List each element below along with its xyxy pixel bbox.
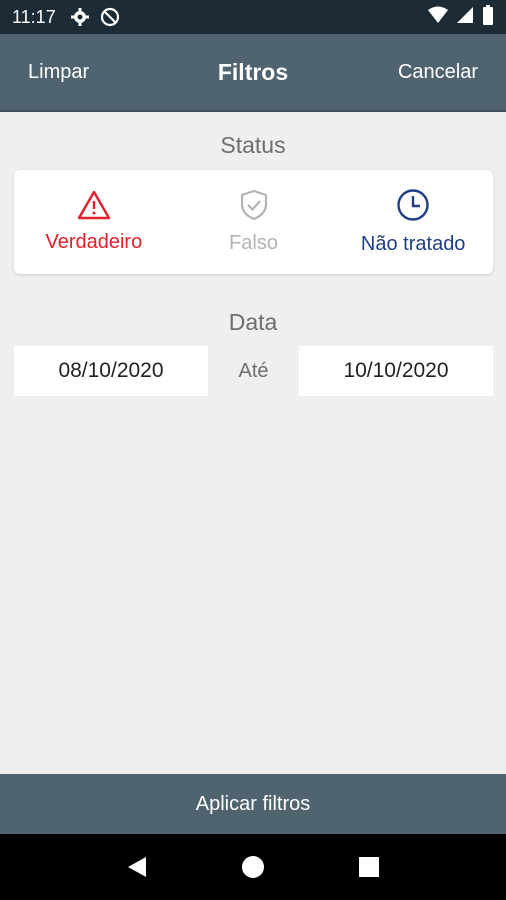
date-from-field[interactable]: 08/10/2020 bbox=[14, 346, 208, 396]
status-option-falso[interactable]: Falso bbox=[174, 170, 334, 274]
date-separator-label: Até bbox=[238, 359, 269, 382]
clock-icon bbox=[396, 188, 430, 227]
status-option-label: Falso bbox=[229, 232, 278, 254]
status-option-verdadeiro[interactable]: Verdadeiro bbox=[14, 170, 174, 274]
app-bar: Limpar Filtros Cancelar bbox=[0, 34, 506, 112]
signal-icon bbox=[456, 6, 474, 29]
status-option-label: Verdadeiro bbox=[45, 231, 143, 253]
dnd-icon bbox=[100, 7, 120, 27]
status-card: Verdadeiro Falso Não tratado bbox=[14, 170, 493, 274]
status-section-label: Status bbox=[220, 132, 286, 158]
gear-icon bbox=[70, 7, 90, 27]
status-option-label: Não tratado bbox=[360, 233, 466, 255]
home-icon[interactable] bbox=[241, 855, 265, 879]
back-icon[interactable] bbox=[126, 855, 148, 879]
apply-filters-button[interactable]: Aplicar filtros bbox=[0, 774, 506, 834]
battery-icon bbox=[482, 4, 494, 30]
shield-check-icon bbox=[239, 189, 269, 226]
status-bar: 11:17 bbox=[0, 0, 506, 34]
system-nav-bar bbox=[0, 834, 506, 900]
status-time: 11:17 bbox=[12, 6, 56, 27]
wifi-icon bbox=[428, 6, 448, 29]
date-section-label: Data bbox=[228, 309, 278, 335]
clear-button[interactable]: Limpar bbox=[28, 61, 89, 84]
cancel-button[interactable]: Cancelar bbox=[398, 61, 478, 84]
recents-icon[interactable] bbox=[358, 856, 380, 878]
status-option-nao-tratado[interactable]: Não tratado bbox=[333, 170, 493, 274]
warning-icon bbox=[77, 190, 111, 225]
date-to-field[interactable]: 10/10/2020 bbox=[299, 346, 493, 396]
